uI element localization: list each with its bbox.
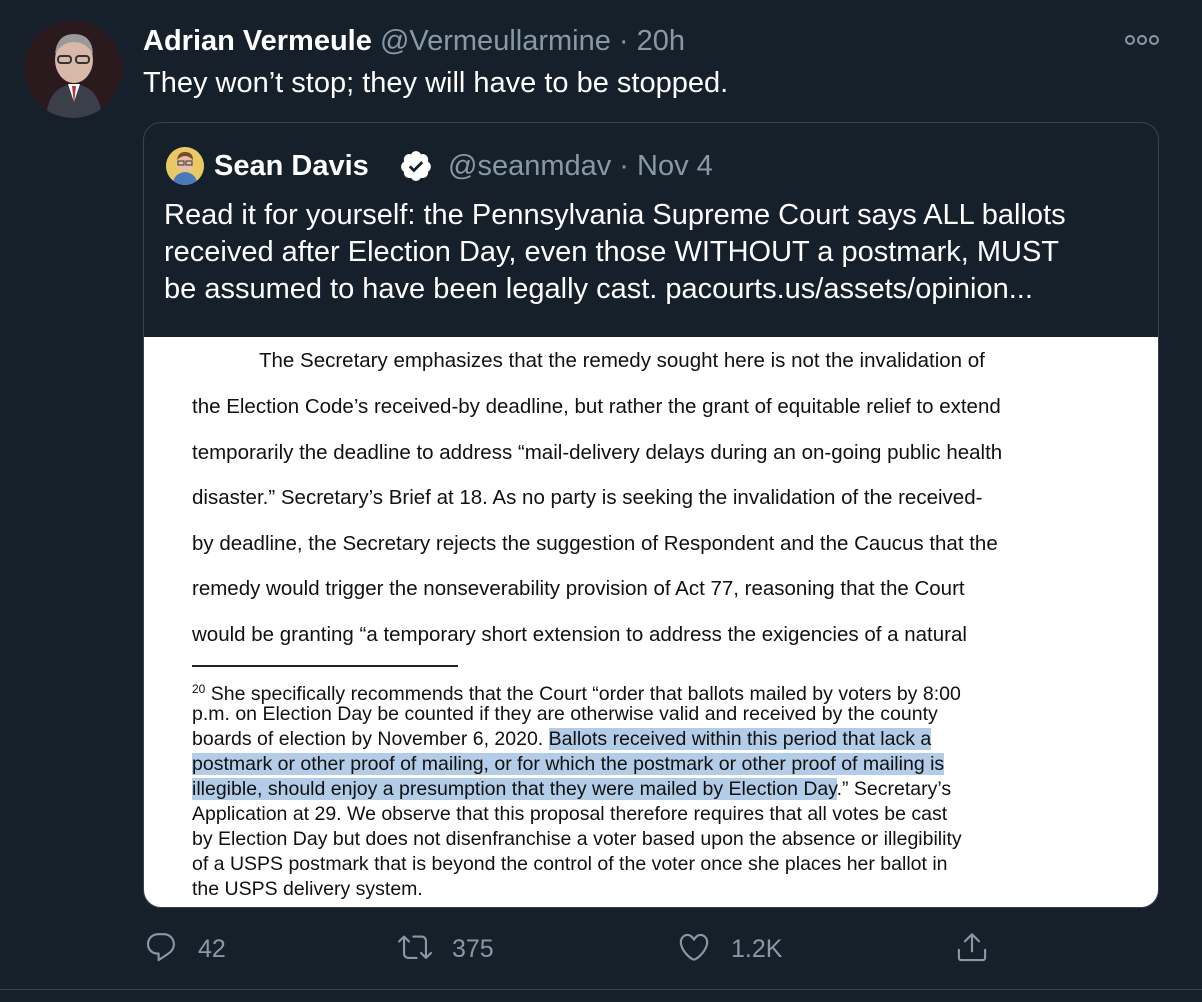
footnote-line: illegible, should enjoy a presumption th… <box>192 778 952 800</box>
document-body-line: remedy would trigger the nonseverability… <box>192 577 965 600</box>
retweet-count: 375 <box>452 934 494 963</box>
document-body-line: The Secretary emphasizes that the remedy… <box>259 349 985 372</box>
quoted-author-name[interactable]: Sean Davis <box>214 147 369 185</box>
like-button[interactable]: 1.2K <box>677 925 782 973</box>
document-body-line: disaster.” Secretary’s Brief at 18. As n… <box>192 486 983 509</box>
tweet-divider <box>0 989 1202 990</box>
share-button[interactable] <box>955 925 989 973</box>
tweet-actions: 42 375 1.2K <box>0 925 1202 973</box>
quoted-tweet[interactable]: Sean Davis @seanmdav · Nov 4 Read it for… <box>143 122 1159 908</box>
footnote-line: postmark or other proof of mailing, or f… <box>192 752 1052 777</box>
quoted-text-line: Read it for yourself: the Pennsylvania S… <box>164 199 1066 231</box>
document-body-line: the Election Code’s received-by deadline… <box>192 395 1001 418</box>
verified-badge-icon <box>399 149 433 183</box>
highlighted-text: postmark or other proof of mailing, or f… <box>192 753 945 775</box>
tweet-time[interactable]: 20h <box>637 25 685 57</box>
like-count: 1.2K <box>731 934 783 963</box>
quoted-author-handle[interactable]: @seanmdav <box>448 150 611 182</box>
tweet-text: They won’t stop; they will have to be st… <box>143 67 729 99</box>
author-handle[interactable]: @Vermeullarmine <box>380 25 611 57</box>
document-body-line: temporarily the deadline to address “mai… <box>192 441 1003 464</box>
footnote-line: by Election Day but does not disenfranch… <box>192 828 962 850</box>
footnote-divider <box>192 665 458 667</box>
share-icon <box>955 930 989 969</box>
quoted-text-line: received after Election Day, even those … <box>164 236 1060 268</box>
quoted-author-handle-and-date[interactable]: @seanmdav · Nov 4 <box>448 147 713 185</box>
highlighted-text: Ballots received within this period that… <box>548 728 932 750</box>
tweet-header: Adrian Vermeule @Vermeullarmine · 20h <box>143 24 685 58</box>
tweet[interactable]: Adrian Vermeule @Vermeullarmine · 20h Th… <box>0 0 1202 1002</box>
like-icon <box>677 930 711 969</box>
quoted-author-avatar[interactable] <box>166 147 204 185</box>
footnote-line: the USPS delivery system. <box>192 878 423 900</box>
reply-count: 42 <box>198 934 226 963</box>
author-name[interactable]: Adrian Vermeule <box>143 25 372 57</box>
retweet-icon <box>398 930 432 969</box>
footnote-line: Application at 29. We observe that this … <box>192 803 948 825</box>
retweet-button[interactable]: 375 <box>398 925 494 973</box>
header-separator: · <box>610 25 637 57</box>
document-body-line: by deadline, the Secretary rejects the s… <box>192 532 998 555</box>
footnote-number: 20 <box>192 682 206 696</box>
footnote-line: of a USPS postmark that is beyond the co… <box>192 853 948 875</box>
footnote-line: p.m. on Election Day be counted if they … <box>192 703 938 725</box>
quoted-text-line: be assumed to have been legally cast. pa… <box>164 273 1033 305</box>
footnote-line: boards of election by November 6, 2020. … <box>192 728 932 750</box>
document-body-line: would be granting “a temporary short ext… <box>192 623 967 646</box>
author-avatar[interactable] <box>24 20 122 118</box>
more-horizontal-icon[interactable] <box>1122 30 1162 50</box>
document-screenshot-image[interactable]: The Secretary emphasizes that the remedy… <box>144 337 1158 907</box>
quoted-header-separator: · <box>611 150 638 182</box>
highlighted-text: illegible, should enjoy a presumption th… <box>192 778 837 800</box>
quoted-tweet-text: Read it for yourself: the Pennsylvania S… <box>164 197 1134 308</box>
reply-button[interactable]: 42 <box>144 925 226 973</box>
quoted-tweet-date[interactable]: Nov 4 <box>637 150 713 182</box>
reply-icon <box>144 930 178 969</box>
